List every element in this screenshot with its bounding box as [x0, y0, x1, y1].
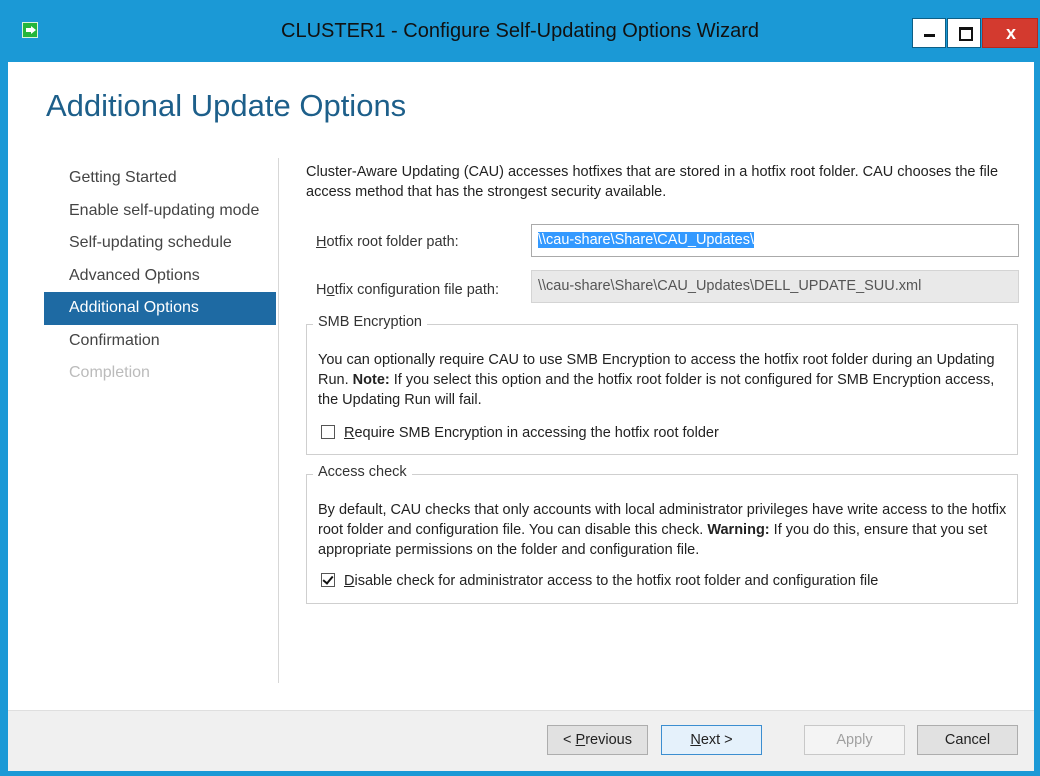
- wizard-window: CLUSTER1 - Configure Self-Updating Optio…: [0, 0, 1040, 776]
- require-smb-label: equire SMB Encryption in accessing the h…: [354, 425, 719, 441]
- require-smb-access-key: R: [344, 425, 355, 441]
- hotfix-config-label-text: tfix configuration file path:: [334, 282, 499, 298]
- nav-item-additional-options[interactable]: Additional Options: [44, 292, 276, 325]
- maximize-icon: [959, 27, 973, 41]
- nav-item-confirmation[interactable]: Confirmation: [44, 325, 276, 358]
- nav-item-completion: Completion: [69, 364, 150, 381]
- disable-admin-check-option[interactable]: Disable check for administrator access t…: [321, 573, 878, 589]
- disable-admin-check-checkbox[interactable]: [321, 573, 335, 587]
- smb-note-label: Note:: [352, 372, 390, 388]
- hotfix-config-label-access-key: o: [326, 282, 335, 298]
- nav-item-advanced-options[interactable]: Advanced Options: [44, 260, 276, 293]
- minimize-icon: [924, 34, 935, 37]
- smb-text-2: If you select this option and the hotfix…: [318, 372, 995, 408]
- wizard-client-area: Additional Update Options Getting Starte…: [8, 62, 1034, 771]
- page-title: Additional Update Options: [46, 88, 407, 123]
- hotfix-root-label: Hotfix root folder path:: [316, 234, 459, 250]
- title-bar[interactable]: CLUSTER1 - Configure Self-Updating Optio…: [0, 0, 1040, 62]
- cancel-button[interactable]: Cancel: [917, 725, 1018, 755]
- previous-pre: <: [563, 732, 576, 748]
- next-access-key: N: [690, 732, 701, 748]
- disable-admin-label: isable check for administrator access to…: [354, 573, 879, 589]
- close-button[interactable]: x: [982, 18, 1038, 48]
- hotfix-root-label-text: otfix root folder path:: [326, 234, 459, 250]
- next-button[interactable]: Next >: [661, 725, 762, 755]
- wizard-footer: < Previous Next > Apply Cancel: [8, 710, 1034, 771]
- close-icon: x: [1005, 23, 1016, 43]
- content-panel: Cluster-Aware Updating (CAU) accesses ho…: [306, 162, 1019, 604]
- require-smb-encryption-option[interactable]: Require SMB Encryption in accessing the …: [321, 425, 719, 441]
- hotfix-root-folder-value: \\cau-share\Share\CAU_Updates\: [538, 232, 754, 248]
- previous-button[interactable]: < Previous: [547, 725, 648, 755]
- hotfix-config-file-input: \\cau-share\Share\CAU_Updates\DELL_UPDAT…: [531, 270, 1019, 303]
- previous-access-key: P: [575, 732, 586, 748]
- require-smb-encryption-checkbox[interactable]: [321, 425, 335, 439]
- access-check-description: By default, CAU checks that only account…: [318, 500, 1007, 560]
- hotfix-config-label: Hotfix configuration file path:: [316, 282, 499, 298]
- intro-text: Cluster-Aware Updating (CAU) accesses ho…: [306, 164, 999, 200]
- wizard-nav: Getting Started Enable self-updating mod…: [44, 162, 276, 390]
- maximize-button[interactable]: [947, 18, 981, 48]
- hotfix-root-folder-input[interactable]: \\cau-share\Share\CAU_Updates\: [531, 224, 1019, 257]
- apply-button: Apply: [804, 725, 905, 755]
- nav-item-getting-started[interactable]: Getting Started: [44, 162, 276, 195]
- disable-admin-access-key: D: [344, 573, 355, 589]
- smb-encryption-description: You can optionally require CAU to use SM…: [318, 350, 1007, 410]
- access-check-group: Access check By default, CAU checks that…: [306, 464, 1018, 604]
- minimize-button[interactable]: [912, 18, 946, 48]
- hotfix-root-label-access-key: H: [316, 234, 327, 250]
- nav-item-self-updating-schedule[interactable]: Self-updating schedule: [44, 227, 276, 260]
- nav-item-enable-self-updating-mode[interactable]: Enable self-updating mode: [44, 195, 276, 228]
- smb-encryption-group: SMB Encryption You can optionally requir…: [306, 314, 1018, 455]
- next-label: ext >: [700, 732, 733, 748]
- smb-encryption-legend: SMB Encryption: [313, 314, 427, 330]
- previous-label: revious: [585, 732, 632, 748]
- nav-divider: [278, 158, 279, 683]
- access-warning-label: Warning:: [707, 522, 770, 538]
- window-title: CLUSTER1 - Configure Self-Updating Optio…: [281, 20, 759, 42]
- access-check-legend: Access check: [313, 464, 412, 480]
- hotfix-config-label-pre: H: [316, 282, 327, 298]
